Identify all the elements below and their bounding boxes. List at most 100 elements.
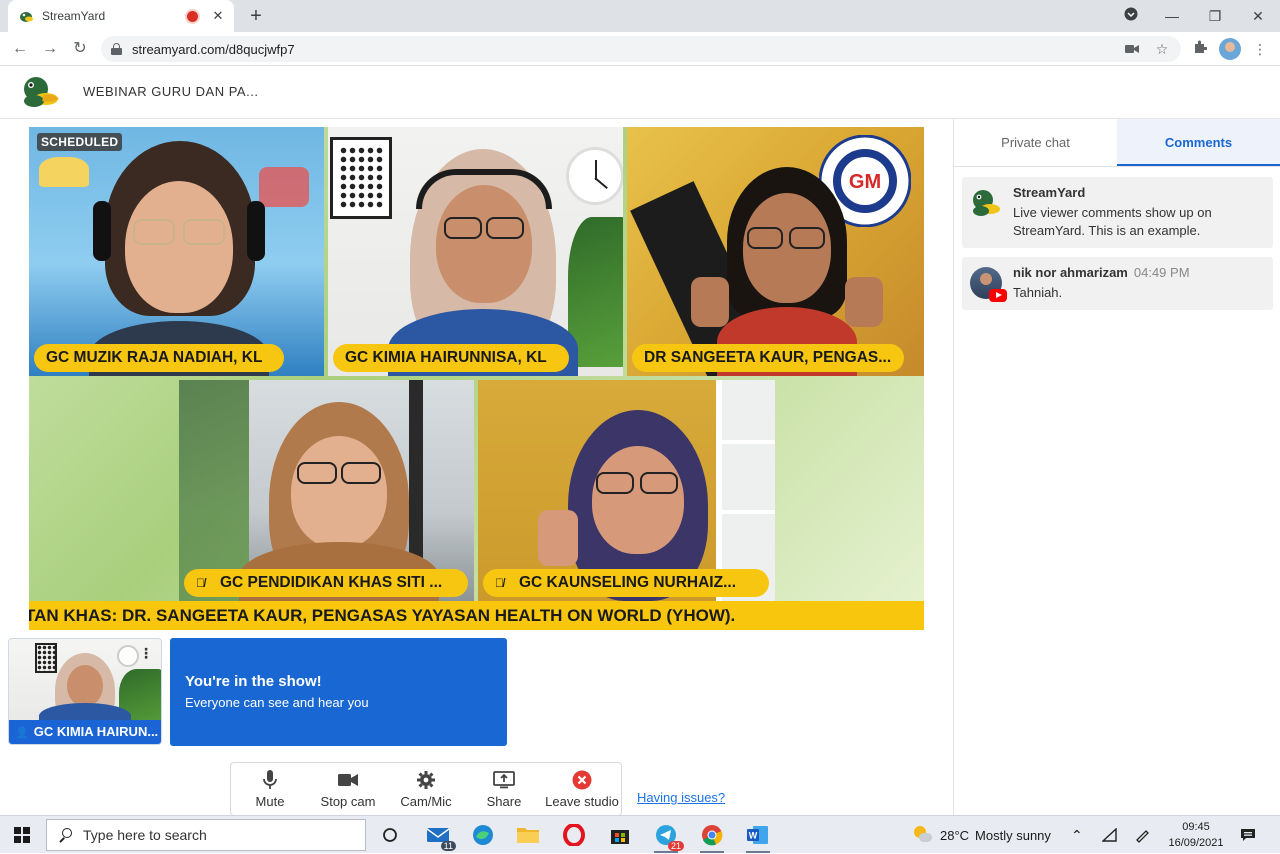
viewer-avatar <box>970 267 1007 302</box>
self-view-label: 👤 GC KIMIA HAIRUN... <box>9 720 161 744</box>
browser-menu-icon[interactable]: ⋮ <box>1249 38 1271 60</box>
back-button[interactable]: ← <box>8 37 32 61</box>
clock-time: 09:45 <box>1182 821 1210 833</box>
store-app-icon[interactable] <box>606 821 634 849</box>
profile-avatar[interactable] <box>1219 38 1241 60</box>
address-bar[interactable]: streamyard.com/d8qucjwfp7 <box>101 36 1181 62</box>
windows-start-icon[interactable] <box>14 827 30 843</box>
lock-icon <box>111 43 122 55</box>
weather-text: Mostly sunny <box>975 827 1051 843</box>
browser-tab[interactable]: StreamYard ✕ <box>8 0 234 32</box>
bookmark-star-icon[interactable]: ☆ <box>1151 38 1173 60</box>
tab-close-icon[interactable]: ✕ <box>210 8 226 24</box>
mic-off-icon: 🎙̸ <box>495 576 504 590</box>
weather-widget[interactable]: 28°C Mostly sunny <box>914 816 1051 854</box>
comment-author: nik nor ahmarizam <box>1013 265 1128 280</box>
telegram-badge: 21 <box>667 841 684 851</box>
comment-text: Tahniah. <box>1013 285 1063 300</box>
streamyard-avatar-icon <box>973 190 1000 216</box>
ticker-text: TAN KHAS: DR. SANGEETA KAUR, PENGASAS YA… <box>29 606 736 625</box>
mute-label: Mute <box>255 794 285 809</box>
weather-temp: 28°C <box>940 827 970 843</box>
word-app-icon[interactable]: W <box>744 821 772 853</box>
participant-tile: 🎙̸ GC PENDIDIKAN KHAS SITI ... <box>179 380 474 601</box>
streamyard-favicon <box>20 12 33 22</box>
svg-text:W: W <box>749 831 758 841</box>
search-placeholder: Type here to search <box>83 827 207 843</box>
network-icon[interactable] <box>1102 816 1118 854</box>
pen-icon[interactable] <box>1134 816 1150 854</box>
gear-icon <box>415 769 437 791</box>
screen-share-icon <box>493 769 515 791</box>
cam-mic-settings-button[interactable]: Cam/Mic <box>387 763 465 815</box>
participant-figure <box>388 149 578 376</box>
broadcast-stage: SCHEDULED GC MUZIK RAJA NADIAH, KL GC KI… <box>29 127 924 630</box>
participant-nametag: 🎙̸ GC KAUNSELING NURHAIZ... <box>483 569 769 597</box>
leave-studio-label: Leave studio <box>545 794 619 809</box>
tab-search-icon[interactable] <box>1118 4 1144 28</box>
new-tab-button[interactable]: + <box>244 4 268 28</box>
youtube-icon <box>989 289 1007 302</box>
participant-tile: SCHEDULED GC MUZIK RAJA NADIAH, KL <box>29 127 324 376</box>
mail-badge: 11 <box>440 841 456 851</box>
close-window-button[interactable]: ✕ <box>1245 4 1271 28</box>
tab-comments[interactable]: Comments <box>1117 119 1280 166</box>
tab-title: StreamYard <box>42 9 106 23</box>
scheduled-badge: SCHEDULED <box>37 133 123 151</box>
notifications-icon[interactable] <box>1240 816 1256 854</box>
sun-cloud-icon <box>914 826 932 844</box>
decor-frame <box>330 137 392 219</box>
recording-indicator-icon <box>185 8 200 24</box>
edge-browser-icon[interactable] <box>469 821 497 849</box>
leave-icon <box>571 769 593 791</box>
search-icon <box>59 828 73 842</box>
clock-decor-icon <box>117 645 139 667</box>
file-explorer-icon[interactable] <box>514 821 542 849</box>
task-view-icon[interactable] <box>376 821 404 849</box>
app-header: WEBINAR GURU DAN PA... <box>0 67 1280 119</box>
comment-header: nik nor ahmarizam 04:49 PM <box>1013 265 1263 280</box>
reload-button[interactable]: ↻ <box>68 37 92 61</box>
stop-cam-button[interactable]: Stop cam <box>309 763 387 815</box>
participant-nametag: GC MUZIK RAJA NADIAH, KL <box>34 344 284 372</box>
windows-taskbar: Type here to search 11 21 W 28°C Mostly … <box>0 815 1280 853</box>
browser-toolbar: ← → ↻ streamyard.com/d8qucjwfp7 ☆ ⋮ <box>0 32 1280 66</box>
telegram-app-icon[interactable]: 21 <box>652 821 684 853</box>
studio-controls: Mute Stop cam Cam/Mic Share Leave studio <box>230 762 622 816</box>
system-clock[interactable]: 09:45 16/09/2021 <box>1166 819 1226 851</box>
mute-button[interactable]: Mute <box>231 763 309 815</box>
broadcast-title: WEBINAR GURU DAN PA... <box>83 84 259 99</box>
tray-overflow-icon[interactable]: ⌃ <box>1071 816 1083 854</box>
tab-private-chat[interactable]: Private chat <box>954 119 1117 166</box>
self-view-name: GC KIMIA HAIRUN... <box>33 724 159 739</box>
comment-item: nik nor ahmarizam 04:49 PM Tahniah. <box>962 257 1273 310</box>
self-view-menu-icon[interactable]: ⋮ <box>139 645 153 662</box>
extensions-icon[interactable] <box>1189 38 1211 60</box>
participant-nametag: DR SANGEETA KAUR, PENGAS... <box>632 344 904 372</box>
camera-permission-icon[interactable] <box>1121 38 1143 60</box>
clock-date: 16/09/2021 <box>1168 837 1224 849</box>
comment-author: StreamYard <box>1013 185 1086 200</box>
ticker-banner: TAN KHAS: DR. SANGEETA KAUR, PENGASAS YA… <box>29 601 924 630</box>
taskbar-search-input[interactable]: Type here to search <box>46 819 366 851</box>
share-button[interactable]: Share <box>465 763 543 815</box>
participant-nametag: GC KIMIA HAIRUNNISA, KL <box>333 344 569 372</box>
comment-item: StreamYard Live viewer comments show up … <box>962 177 1273 248</box>
self-view-tile[interactable]: ⋮ 👤 GC KIMIA HAIRUN... <box>8 638 162 745</box>
share-label: Share <box>486 794 522 809</box>
side-panel: Private chat Comments StreamYard Live vi… <box>953 119 1280 815</box>
minimize-button[interactable]: — <box>1159 4 1185 28</box>
participant-tile: GC KIMIA HAIRUNNISA, KL <box>328 127 623 376</box>
restore-button[interactable]: ❐ <box>1202 4 1228 28</box>
in-show-title: You're in the show! <box>185 673 322 690</box>
person-icon: 👤 <box>15 727 29 739</box>
comment-text: Live viewer comments show up on StreamYa… <box>1013 205 1212 238</box>
having-issues-link[interactable]: Having issues? <box>637 790 725 805</box>
participant-name: GC KAUNSELING NURHAIZ... <box>519 574 736 591</box>
mail-app-icon[interactable]: 11 <box>424 821 456 851</box>
chrome-browser-icon[interactable] <box>698 821 726 853</box>
forward-button[interactable]: → <box>38 37 62 61</box>
opera-browser-icon[interactable] <box>560 821 588 849</box>
leave-studio-button[interactable]: Leave studio <box>543 763 621 815</box>
participant-nametag: 🎙̸ GC PENDIDIKAN KHAS SITI ... <box>184 569 468 597</box>
